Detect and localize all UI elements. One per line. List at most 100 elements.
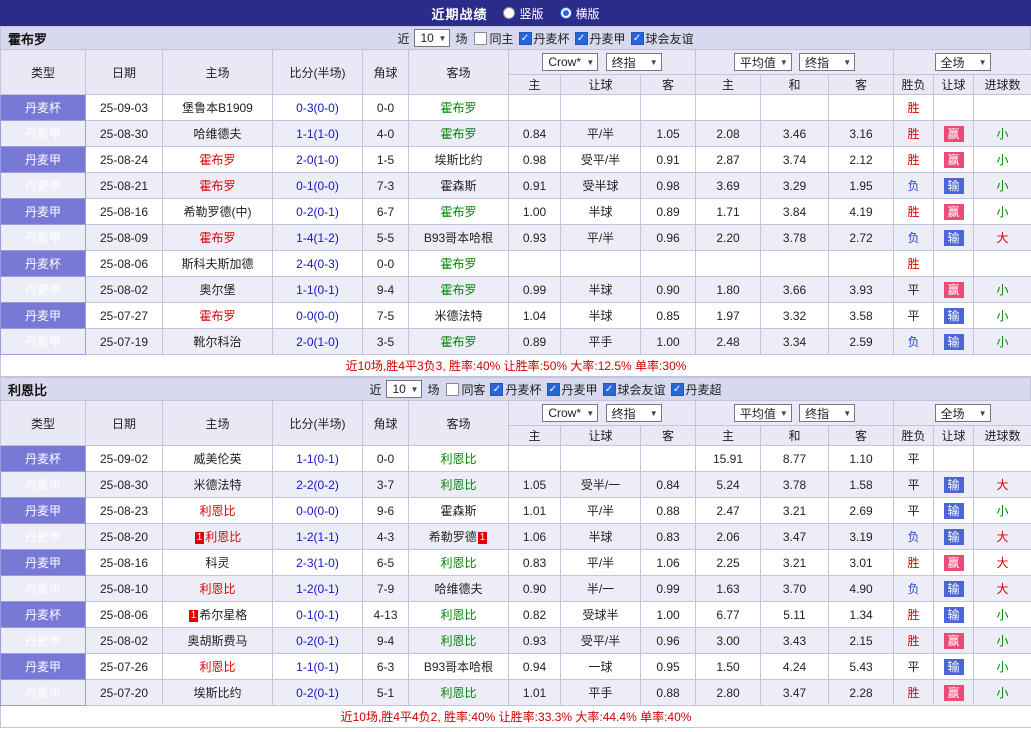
checkbox-icon[interactable]: ✓ <box>671 383 684 396</box>
away-team-cell[interactable]: 利恩比 <box>409 680 509 706</box>
handicap-result-cell: 输 <box>934 303 974 329</box>
layout-radio-horizontal[interactable]: 横版 <box>560 5 600 22</box>
home-team-cell[interactable]: 奥尔堡 <box>163 277 273 303</box>
home-team-cell[interactable]: 奥胡斯费马 <box>163 628 273 654</box>
score-cell: 0-3(0-0) <box>273 95 363 121</box>
away-team-cell[interactable]: 霍布罗 <box>409 95 509 121</box>
away-team-cell[interactable]: 利恩比 <box>409 446 509 472</box>
team-name-text: 科灵 <box>205 556 229 570</box>
away-team-cell[interactable]: B93哥本哈根 <box>409 225 509 251</box>
away-team-cell[interactable]: B93哥本哈根 <box>409 654 509 680</box>
avg-stage-select[interactable]: 终指▼ <box>799 53 855 71</box>
checkbox-icon[interactable]: ✓ <box>603 383 616 396</box>
away-team-cell[interactable]: 霍森斯 <box>409 173 509 199</box>
filter-checkbox-球会友谊[interactable]: ✓球会友谊 <box>631 30 694 47</box>
result-scope-select[interactable]: 全场▼ <box>935 53 991 71</box>
avg-odds-select[interactable]: 平均值▼ <box>734 404 792 422</box>
away-team-cell[interactable]: 利恩比 <box>409 550 509 576</box>
checkbox-icon[interactable]: ✓ <box>519 32 532 45</box>
filter-checkbox-同客[interactable]: 同客 <box>446 381 485 398</box>
home-team-cell[interactable]: 埃斯比约 <box>163 680 273 706</box>
home-team-cell[interactable]: 威美伦英 <box>163 446 273 472</box>
away-team-cell[interactable]: 利恩比 <box>409 472 509 498</box>
filter-checkbox-丹麦甲[interactable]: ✓丹麦甲 <box>575 30 626 47</box>
odds-company-select[interactable]: Crow*▼ <box>542 53 598 71</box>
home-team-cell[interactable]: 堡鲁本B1909 <box>163 95 273 121</box>
home-team-cell[interactable]: 霍布罗 <box>163 225 273 251</box>
filter-checkbox-丹麦超[interactable]: ✓丹麦超 <box>671 381 722 398</box>
checkbox-icon[interactable]: ✓ <box>631 32 644 45</box>
filter-checkbox-丹麦杯[interactable]: ✓丹麦杯 <box>519 30 570 47</box>
avg-stage-select[interactable]: 终指▼ <box>799 404 855 422</box>
odds-cell: 0.84 <box>641 472 696 498</box>
home-team-cell[interactable]: 哈维德夫 <box>163 121 273 147</box>
match-count-select[interactable]: 10 ▼ <box>386 380 422 398</box>
home-team-cell[interactable]: 希勒罗德(中) <box>163 199 273 225</box>
corner-cell: 9-6 <box>363 498 409 524</box>
home-team-cell[interactable]: 利恩比 <box>163 576 273 602</box>
checkbox-icon[interactable]: ✓ <box>490 383 503 396</box>
layout-radio-vertical[interactable]: 竖版 <box>503 5 543 22</box>
away-team-name: 霍布罗 <box>440 101 476 115</box>
away-team-cell[interactable]: 希勒罗德1 <box>409 524 509 550</box>
home-team-cell[interactable]: 霍布罗 <box>163 303 273 329</box>
checkbox-icon[interactable] <box>446 383 459 396</box>
odds-cell: 0.83 <box>641 524 696 550</box>
result-text: 负 <box>908 582 920 596</box>
team-name-text: 霍布罗 <box>440 205 476 219</box>
filter-checkbox-同主[interactable]: 同主 <box>474 30 513 47</box>
home-team-cell[interactable]: 霍布罗 <box>163 173 273 199</box>
checkbox-icon[interactable]: ✓ <box>547 383 560 396</box>
odds-stage-select[interactable]: 终指▼ <box>606 53 662 71</box>
match-date-cell: 25-08-20 <box>86 524 163 550</box>
odds-cell: 受平/半 <box>561 628 641 654</box>
result-text: 平 <box>908 309 920 323</box>
away-team-cell[interactable]: 霍森斯 <box>409 498 509 524</box>
filter-checkbox-球会友谊[interactable]: ✓球会友谊 <box>603 381 666 398</box>
col-header-home: 主场 <box>163 50 273 95</box>
match-count-select[interactable]: 10 ▼ <box>414 29 450 47</box>
col-header-corner: 角球 <box>363 50 409 95</box>
away-team-cell[interactable]: 米德法特 <box>409 303 509 329</box>
away-team-cell[interactable]: 霍布罗 <box>409 251 509 277</box>
avg-odds-select[interactable]: 平均值▼ <box>734 53 792 71</box>
result-scope-select[interactable]: 全场▼ <box>935 404 991 422</box>
home-team-cell[interactable]: 1希尔星格 <box>163 602 273 628</box>
checkbox-label: 同主 <box>489 30 513 47</box>
filter-checkbox-丹麦杯[interactable]: ✓丹麦杯 <box>490 381 541 398</box>
filter-checkbox-丹麦甲[interactable]: ✓丹麦甲 <box>547 381 598 398</box>
subcol-goals-result: 进球数 <box>974 426 1031 446</box>
avg-odds-cell: 3.66 <box>761 277 829 303</box>
away-team-cell[interactable]: 霍布罗 <box>409 277 509 303</box>
home-team-cell[interactable]: 利恩比 <box>163 654 273 680</box>
home-team-cell[interactable]: 科灵 <box>163 550 273 576</box>
odds-company-select[interactable]: Crow*▼ <box>542 404 598 422</box>
result-text: 平 <box>908 478 920 492</box>
odds-cell: 0.90 <box>641 277 696 303</box>
result-scope-group: 全场▼ <box>894 50 1031 75</box>
odds-cell: 0.96 <box>641 225 696 251</box>
away-team-cell[interactable]: 利恩比 <box>409 628 509 654</box>
match-row: 丹麦甲25-07-26利恩比1-1(0-1)6-3B93哥本哈根0.94一球0.… <box>1 654 1031 680</box>
away-team-cell[interactable]: 利恩比 <box>409 602 509 628</box>
home-team-cell[interactable]: 米德法特 <box>163 472 273 498</box>
away-team-cell[interactable]: 埃斯比约 <box>409 147 509 173</box>
away-team-cell[interactable]: 霍布罗 <box>409 199 509 225</box>
handicap-result-cell: 输 <box>934 524 974 550</box>
away-team-cell[interactable]: 霍布罗 <box>409 121 509 147</box>
home-team-cell[interactable]: 斯科夫斯加德 <box>163 251 273 277</box>
odds-cell <box>641 95 696 121</box>
odds-stage-select[interactable]: 终指▼ <box>606 404 662 422</box>
home-team-cell[interactable]: 霍布罗 <box>163 147 273 173</box>
checkbox-icon[interactable]: ✓ <box>575 32 588 45</box>
league-type-cell: 丹麦甲 <box>1 680 86 706</box>
away-team-cell[interactable]: 霍布罗 <box>409 329 509 355</box>
home-team-cell[interactable]: 1利恩比 <box>163 524 273 550</box>
away-team-cell[interactable]: 哈维德夫 <box>409 576 509 602</box>
checkbox-icon[interactable] <box>474 32 487 45</box>
goals-result-cell: 小 <box>974 303 1031 329</box>
home-team-cell[interactable]: 利恩比 <box>163 498 273 524</box>
odds-cell <box>509 95 561 121</box>
filter-checkbox-group: 同客 ✓丹麦杯 ✓丹麦甲 ✓球会友谊 ✓丹麦超 <box>442 381 721 398</box>
home-team-cell[interactable]: 靴尔科治 <box>163 329 273 355</box>
